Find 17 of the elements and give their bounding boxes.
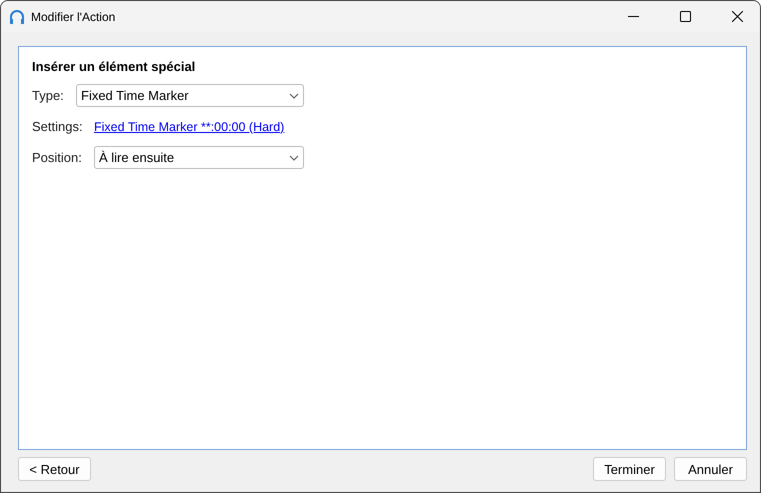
caret-icon — [289, 92, 299, 98]
finish-button[interactable]: Terminer — [593, 457, 666, 481]
headphones-icon — [9, 8, 25, 24]
minimize-icon — [628, 16, 638, 17]
field-label: Position: — [32, 150, 83, 165]
field-label: Settings: — [32, 119, 84, 134]
caret-icon — [289, 154, 299, 160]
back-button[interactable]: < Retour — [18, 457, 91, 481]
maximize-icon — [680, 11, 690, 22]
section-heading: Insérer un élément spécial — [32, 59, 196, 74]
close-icon — [732, 11, 742, 22]
dropdown[interactable]: À lire ensuite — [94, 146, 304, 169]
field-label: Type: — [32, 88, 65, 103]
window-title: Modifier l'Action — [31, 10, 116, 24]
settings-link[interactable]: Fixed Time Marker **:00:00 (Hard) — [94, 120, 284, 134]
cancel-button[interactable]: Annuler — [674, 457, 747, 481]
dropdown[interactable]: Fixed Time Marker — [76, 84, 304, 107]
